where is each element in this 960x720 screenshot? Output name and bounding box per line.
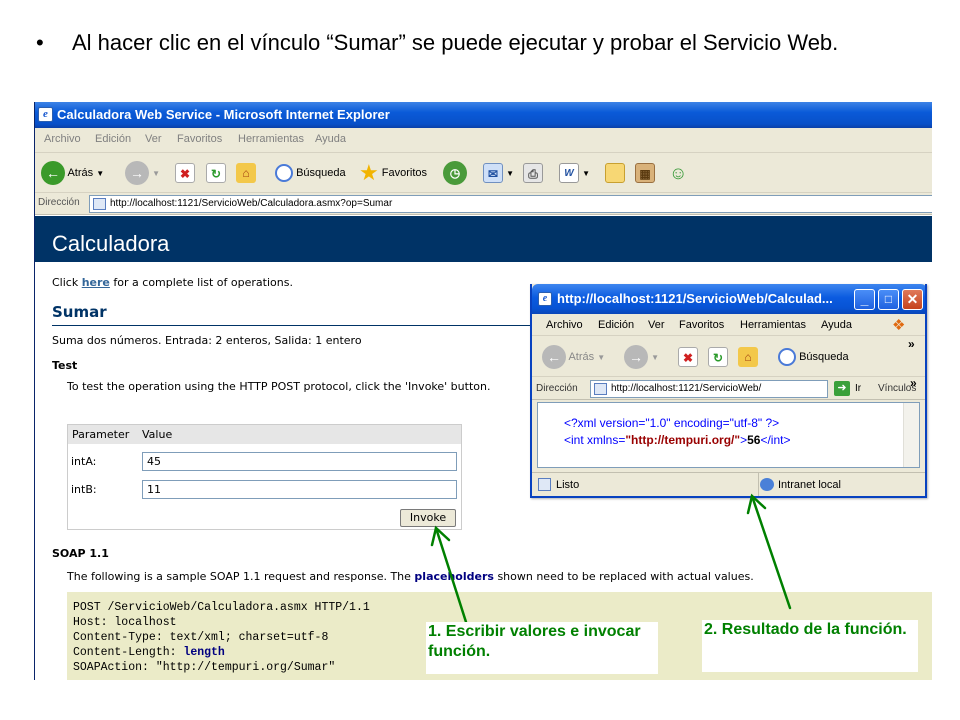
arrow-step2-line — [750, 494, 792, 610]
annotation-step1: 1. Escribir valores e invocar función. — [426, 622, 658, 674]
annotation-step2: 2. Resultado de la función. — [702, 620, 918, 672]
arrow-step1-line — [434, 526, 468, 624]
annotation-arrows — [430, 493, 792, 624]
